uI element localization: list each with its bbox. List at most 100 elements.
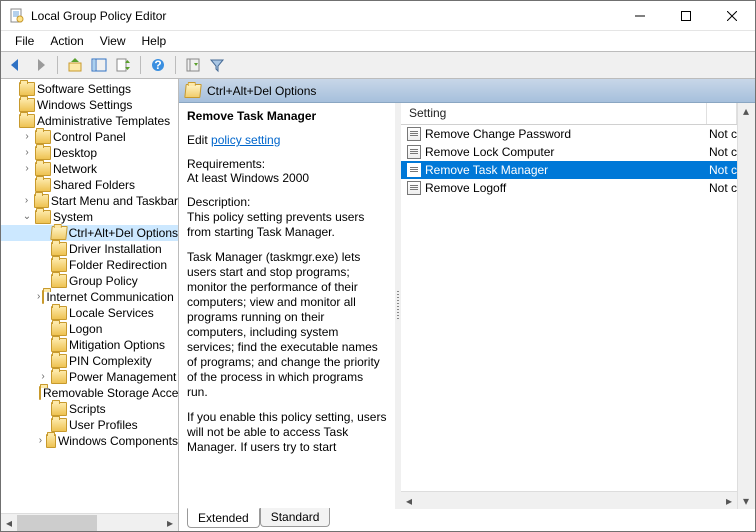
tree-node[interactable]: ⌄ System xyxy=(1,209,178,225)
scroll-up-icon[interactable]: ▴ xyxy=(738,103,754,119)
tree-node[interactable]: Administrative Templates xyxy=(1,113,178,129)
tree-node[interactable]: Windows Settings xyxy=(1,97,178,113)
tree-node[interactable]: ›Desktop xyxy=(1,145,178,161)
expand-icon[interactable]: ⌄ xyxy=(21,209,33,225)
tree-node[interactable]: User Profiles xyxy=(1,417,178,433)
scroll-down-icon[interactable]: ▾ xyxy=(738,493,754,509)
folder-icon xyxy=(51,306,67,320)
folder-icon xyxy=(51,242,67,256)
settings-list-panel: Setting Remove Change PasswordNot config… xyxy=(401,103,755,509)
menu-action[interactable]: Action xyxy=(42,32,91,50)
filter-button[interactable] xyxy=(206,54,228,76)
tab-extended[interactable]: Extended xyxy=(187,508,260,528)
list-hscrollbar[interactable]: ◂ ▸ xyxy=(401,491,737,509)
list-rows: Remove Change PasswordNot configuredRemo… xyxy=(401,125,737,491)
tree-node[interactable]: Driver Installation xyxy=(1,241,178,257)
edit-policy-link[interactable]: policy setting xyxy=(211,133,280,147)
tab-standard[interactable]: Standard xyxy=(260,508,331,527)
tree-node[interactable]: Group Policy xyxy=(1,273,178,289)
folder-open-icon xyxy=(184,84,201,98)
up-button[interactable] xyxy=(64,54,86,76)
expand-icon[interactable]: › xyxy=(37,433,44,449)
scroll-right-icon[interactable]: ▸ xyxy=(721,493,737,509)
folder-icon xyxy=(51,322,67,336)
scroll-track[interactable] xyxy=(738,119,755,493)
folder-icon xyxy=(35,178,51,192)
extended-splitter[interactable] xyxy=(395,103,401,509)
folder-icon xyxy=(35,210,51,224)
list-vscrollbar[interactable]: ▴ ▾ xyxy=(737,103,755,509)
tree-node[interactable]: Ctrl+Alt+Del Options xyxy=(1,225,178,241)
tree-node-label: Software Settings xyxy=(37,81,131,97)
tree-node[interactable]: ›Network xyxy=(1,161,178,177)
tree-node[interactable]: PIN Complexity xyxy=(1,353,178,369)
tree-node[interactable]: Scripts xyxy=(1,401,178,417)
list-row[interactable]: Remove Lock ComputerNot configured xyxy=(401,143,737,161)
column-setting[interactable]: Setting xyxy=(401,103,707,124)
export-button[interactable] xyxy=(112,54,134,76)
setting-label: Remove Lock Computer xyxy=(425,145,554,159)
description-label: Description: xyxy=(187,195,387,210)
show-hide-tree-button[interactable] xyxy=(88,54,110,76)
scroll-left-icon[interactable]: ◂ xyxy=(1,515,17,531)
tree-node[interactable]: ›Control Panel xyxy=(1,129,178,145)
folder-icon xyxy=(42,290,44,304)
setting-state: Not configured xyxy=(707,163,737,177)
right-header: Ctrl+Alt+Del Options xyxy=(179,79,755,103)
folder-open-icon xyxy=(50,226,67,240)
tree-node[interactable]: Locale Services xyxy=(1,305,178,321)
folder-icon xyxy=(19,98,35,112)
tree-node[interactable]: Folder Redirection xyxy=(1,257,178,273)
tree-node[interactable]: ›Power Management xyxy=(1,369,178,385)
folder-icon xyxy=(51,274,67,288)
setting-label: Remove Logoff xyxy=(425,181,506,195)
toolbar-separator xyxy=(57,56,58,74)
tree-node[interactable]: Removable Storage Access xyxy=(1,385,178,401)
description-body: Description: This policy setting prevent… xyxy=(187,195,387,465)
tree-node[interactable]: Software Settings xyxy=(1,81,178,97)
titlebar: Local Group Policy Editor xyxy=(1,1,755,31)
scroll-left-icon[interactable]: ◂ xyxy=(401,493,417,509)
scroll-thumb[interactable] xyxy=(17,515,97,531)
menu-help[interactable]: Help xyxy=(134,32,175,50)
properties-button[interactable] xyxy=(182,54,204,76)
back-button[interactable] xyxy=(5,54,27,76)
maximize-button[interactable] xyxy=(663,1,709,30)
folder-icon xyxy=(51,258,67,272)
help-button[interactable]: ? xyxy=(147,54,169,76)
expand-icon[interactable]: › xyxy=(37,369,49,385)
scroll-track[interactable] xyxy=(17,515,162,531)
expand-icon[interactable]: › xyxy=(21,193,32,209)
column-state[interactable] xyxy=(707,103,737,124)
content-row: Remove Task Manager Edit policy setting … xyxy=(179,103,755,509)
list-row[interactable]: Remove LogoffNot configured xyxy=(401,179,737,197)
expand-icon[interactable]: › xyxy=(21,161,33,177)
tree-node[interactable]: Logon xyxy=(1,321,178,337)
tree-node-label: Group Policy xyxy=(69,273,138,289)
expand-icon[interactable]: › xyxy=(37,289,40,305)
folder-icon xyxy=(34,194,49,208)
close-button[interactable] xyxy=(709,1,755,30)
tree-node[interactable]: ›Start Menu and Taskbar xyxy=(1,193,178,209)
list-row[interactable]: Remove Change PasswordNot configured xyxy=(401,125,737,143)
tree-node[interactable]: Mitigation Options xyxy=(1,337,178,353)
menu-view[interactable]: View xyxy=(92,32,134,50)
window-title: Local Group Policy Editor xyxy=(31,9,617,23)
list-row[interactable]: Remove Task ManagerNot configured xyxy=(401,161,737,179)
nav-tree[interactable]: Software SettingsWindows SettingsAdminis… xyxy=(1,79,178,513)
tree-node[interactable]: Shared Folders xyxy=(1,177,178,193)
tree-node-label: System xyxy=(53,209,93,225)
menubar: File Action View Help xyxy=(1,31,755,51)
folder-icon xyxy=(35,162,51,176)
tree-node[interactable]: ›Windows Components xyxy=(1,433,178,449)
tree-hscrollbar[interactable]: ◂ ▸ xyxy=(1,513,178,531)
scroll-right-icon[interactable]: ▸ xyxy=(162,515,178,531)
expand-icon[interactable]: › xyxy=(21,145,33,161)
forward-button[interactable] xyxy=(29,54,51,76)
bottom-tabs: Extended Standard xyxy=(179,509,755,531)
expand-icon[interactable]: › xyxy=(21,129,33,145)
tree-node[interactable]: ›Internet Communication Management xyxy=(1,289,178,305)
minimize-button[interactable] xyxy=(617,1,663,30)
gpedit-window: Local Group Policy Editor File Action Vi… xyxy=(0,0,756,532)
menu-file[interactable]: File xyxy=(7,32,42,50)
